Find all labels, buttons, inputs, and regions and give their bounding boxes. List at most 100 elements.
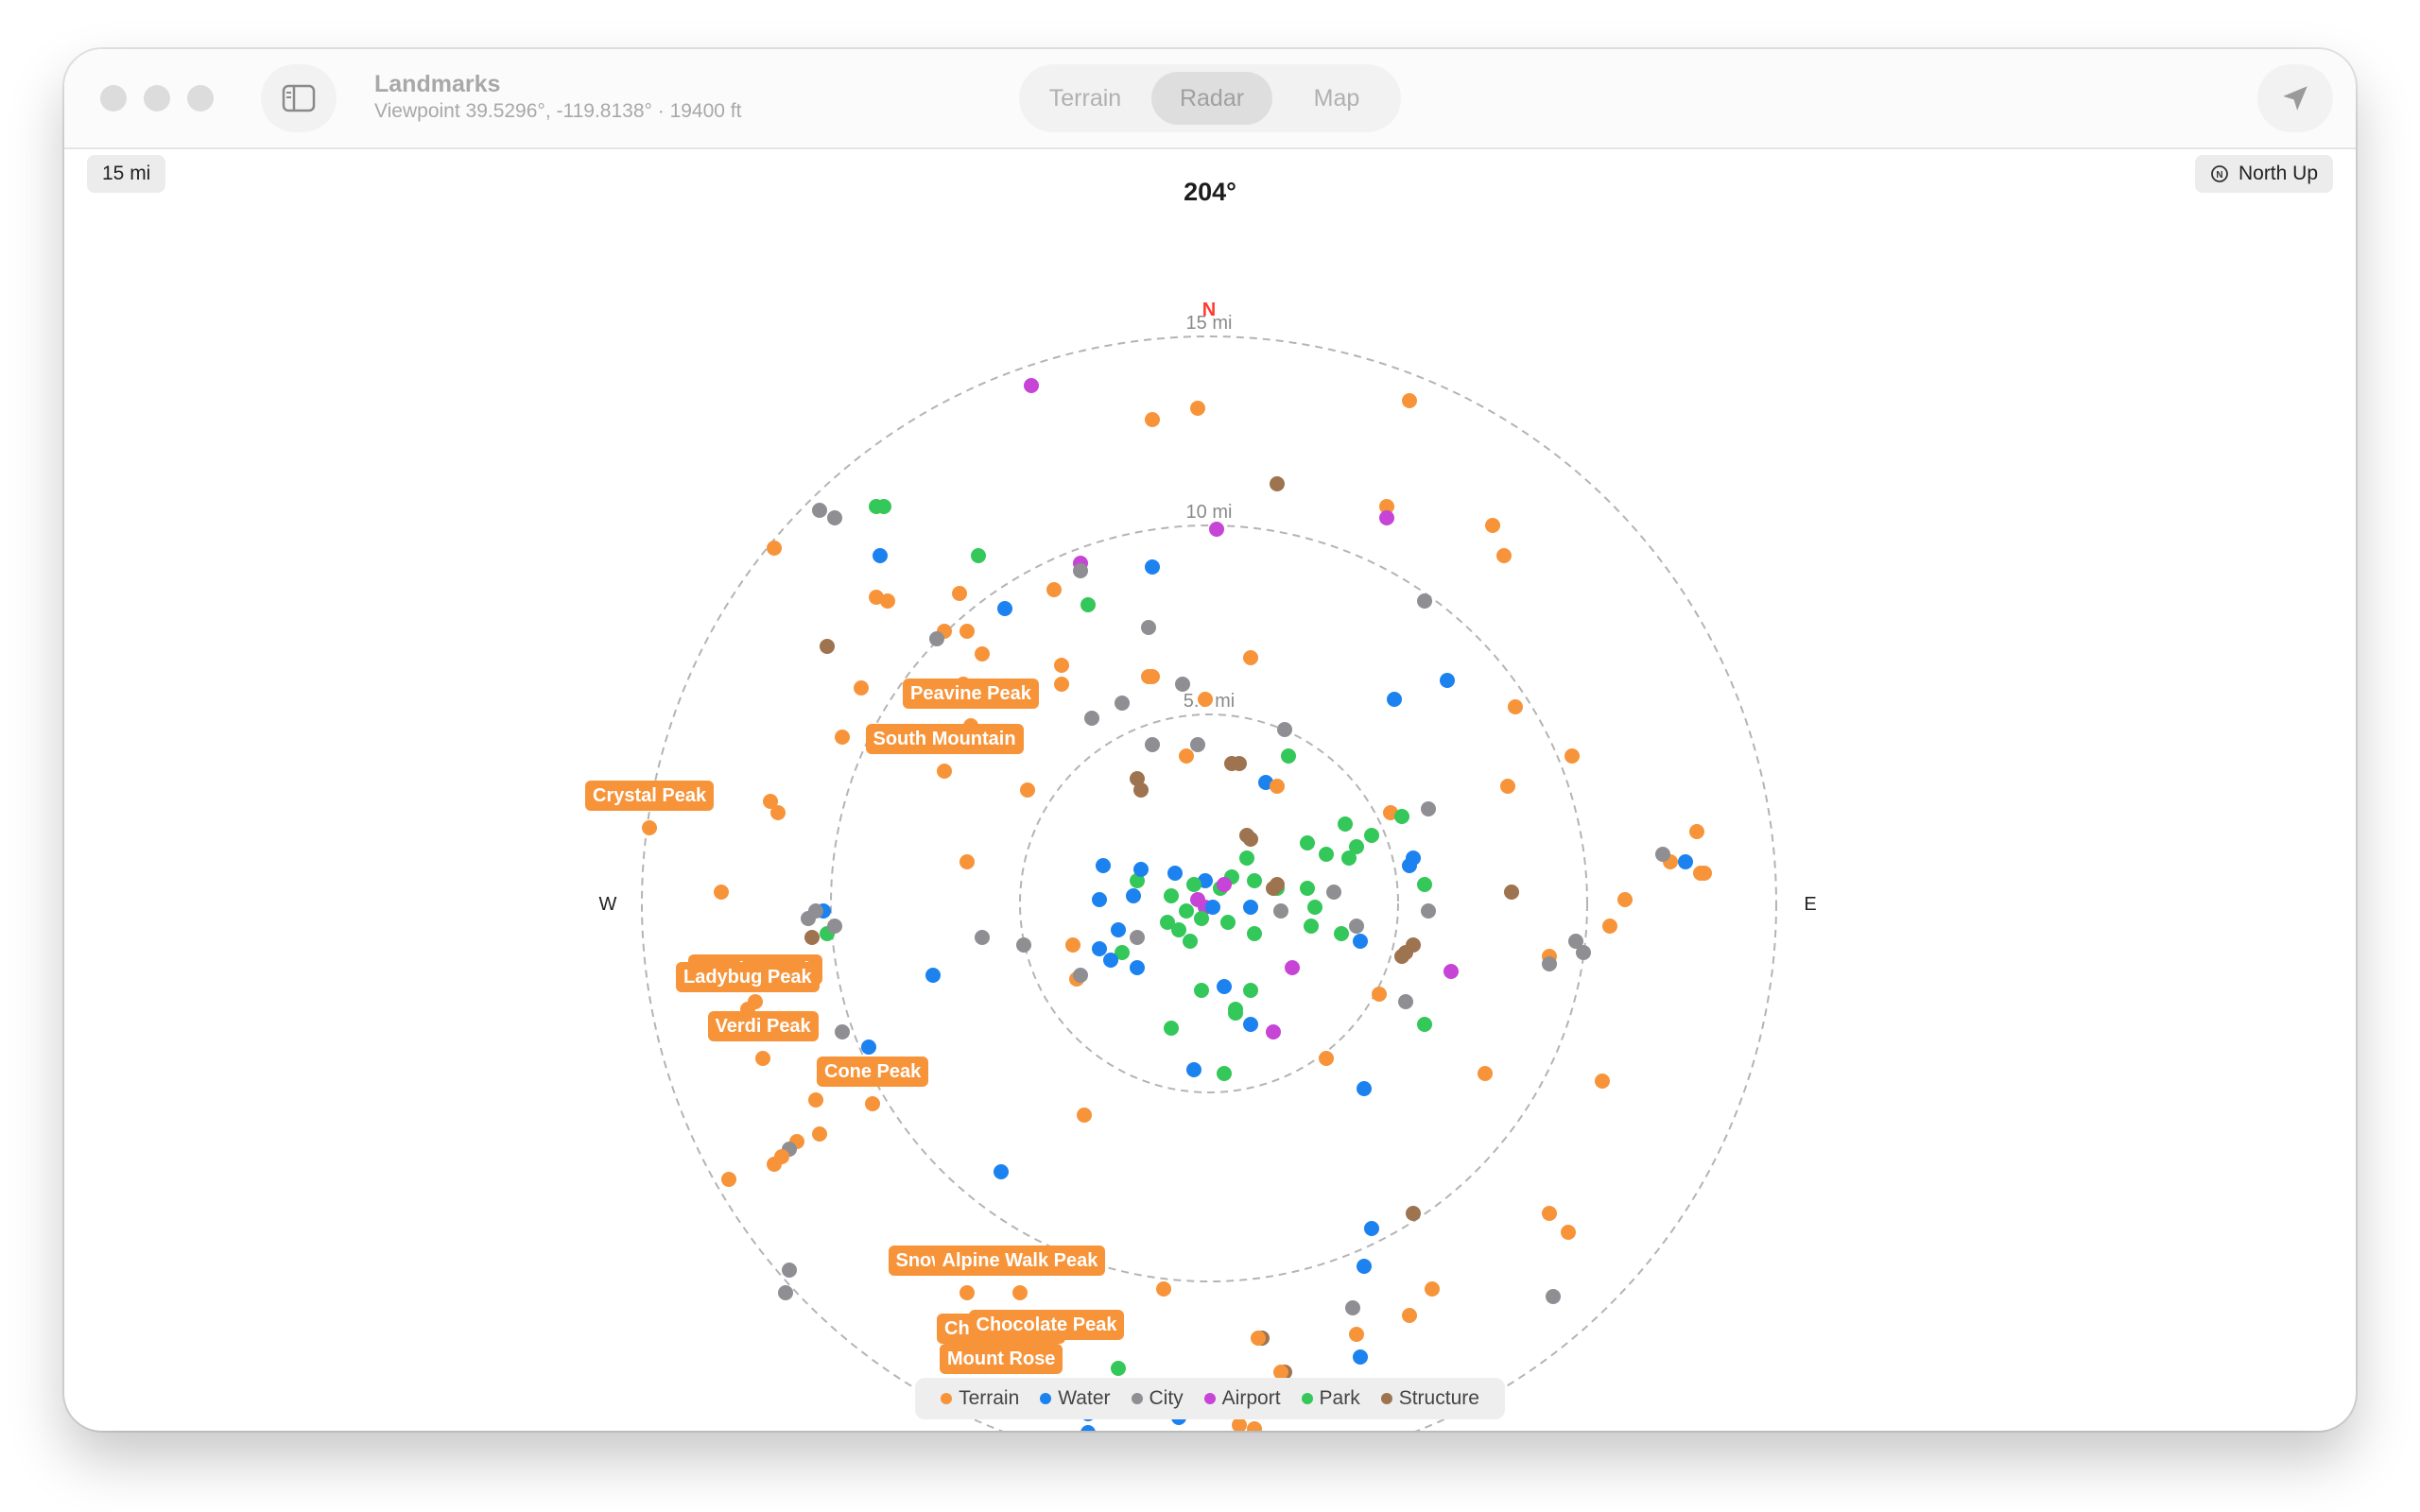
landmark-dot-terrain[interactable] <box>1020 782 1035 798</box>
landmark-dot-park[interactable] <box>1171 922 1186 937</box>
landmark-dot-terrain[interactable] <box>1349 1327 1364 1342</box>
landmark-dot-city[interactable] <box>1417 593 1432 609</box>
landmark-label[interactable]: South Mountain <box>865 724 1024 754</box>
landmark-dot-terrain[interactable] <box>1232 1418 1247 1431</box>
landmark-dot-structure[interactable] <box>1243 832 1258 847</box>
landmark-dot-city[interactable] <box>929 631 944 646</box>
landmark-dot-terrain[interactable] <box>714 885 729 900</box>
landmark-dot-water[interactable] <box>1217 979 1232 994</box>
landmark-dot-park[interactable] <box>1194 911 1209 926</box>
landmark-dot-structure[interactable] <box>1232 756 1247 771</box>
landmark-dot-water[interactable] <box>1243 900 1258 915</box>
landmark-dot-park[interactable] <box>1247 926 1262 941</box>
landmark-dot-terrain[interactable] <box>1425 1281 1440 1297</box>
landmark-dot-city[interactable] <box>1073 563 1088 578</box>
landmark-dot-park[interactable] <box>971 548 986 563</box>
landmark-dot-terrain[interactable] <box>1270 779 1285 794</box>
landmark-dot-city[interactable] <box>975 930 990 945</box>
landmark-dot-park[interactable] <box>1194 983 1209 998</box>
landmark-dot-terrain[interactable] <box>959 854 975 869</box>
close-window-button[interactable] <box>100 85 127 112</box>
landmark-dot-city[interactable] <box>1546 1289 1561 1304</box>
landmark-dot-terrain[interactable] <box>880 593 895 609</box>
landmark-dot-structure[interactable] <box>1406 1206 1421 1221</box>
landmark-dot-water[interactable] <box>1678 854 1693 869</box>
landmark-dot-city[interactable] <box>1421 903 1436 919</box>
landmark-dot-terrain[interactable] <box>1247 1421 1262 1431</box>
landmark-dot-city[interactable] <box>1016 937 1031 953</box>
landmark-dot-water[interactable] <box>1387 692 1402 707</box>
landmark-dot-city[interactable] <box>1421 801 1436 816</box>
landmark-dot-airport[interactable] <box>1209 522 1224 537</box>
landmark-dot-water[interactable] <box>1130 960 1145 975</box>
landmark-label[interactable]: Chocolate Peak <box>968 1310 1125 1340</box>
radar-view[interactable]: 5.0 mi10 mi15 mi N W E <box>64 147 2356 1431</box>
segment-terrain[interactable]: Terrain <box>1027 72 1144 125</box>
landmark-dot-structure[interactable] <box>1504 885 1519 900</box>
landmark-dot-park[interactable] <box>1364 828 1379 843</box>
landmark-dot-park[interactable] <box>1341 850 1357 866</box>
landmark-dot-park[interactable] <box>1217 1066 1232 1081</box>
landmark-dot-terrain[interactable] <box>959 1285 975 1300</box>
landmark-dot-terrain[interactable] <box>767 1157 782 1172</box>
landmark-dot-terrain[interactable] <box>1542 1206 1557 1221</box>
landmark-dot-city[interactable] <box>1326 885 1341 900</box>
landmark-label[interactable]: Cone Peak <box>817 1057 929 1087</box>
landmark-dot-city[interactable] <box>1130 930 1145 945</box>
landmark-dot-water[interactable] <box>1243 1017 1258 1032</box>
landmark-dot-terrain[interactable] <box>1319 1051 1334 1066</box>
landmark-dot-water[interactable] <box>1092 892 1107 907</box>
landmark-dot-park[interactable] <box>1304 919 1319 934</box>
landmark-dot-water[interactable] <box>1080 1425 1096 1431</box>
landmark-dot-city[interactable] <box>782 1263 797 1278</box>
landmark-dot-city[interactable] <box>1542 956 1557 971</box>
landmark-dot-city[interactable] <box>1349 919 1364 934</box>
landmark-dot-terrain[interactable] <box>959 624 975 639</box>
landmark-dot-terrain[interactable] <box>835 730 850 745</box>
landmark-dot-water[interactable] <box>1092 941 1107 956</box>
landmark-dot-terrain[interactable] <box>1602 919 1617 934</box>
landmark-dot-terrain[interactable] <box>1689 824 1704 839</box>
landmark-dot-water[interactable] <box>1353 1349 1368 1365</box>
landmark-dot-city[interactable] <box>1175 677 1190 692</box>
landmark-dot-city[interactable] <box>835 1024 850 1040</box>
landmark-dot-terrain[interactable] <box>808 1092 823 1108</box>
landmark-dot-park[interactable] <box>1186 877 1201 892</box>
landmark-label[interactable]: Ladybug Peak <box>676 962 820 992</box>
landmark-dot-park[interactable] <box>1247 873 1262 888</box>
landmark-dot-park[interactable] <box>1080 597 1096 612</box>
landmark-dot-structure[interactable] <box>1133 782 1149 798</box>
landmark-dot-park[interactable] <box>1334 926 1349 941</box>
landmark-dot-water[interactable] <box>925 968 941 983</box>
landmark-dot-water[interactable] <box>861 1040 876 1055</box>
segment-map[interactable]: Map <box>1280 72 1393 125</box>
landmark-dot-water[interactable] <box>1103 953 1118 968</box>
landmark-dot-airport[interactable] <box>1379 510 1394 525</box>
landmark-label[interactable]: Verdi Peak <box>707 1011 819 1041</box>
landmark-dot-city[interactable] <box>1141 620 1156 635</box>
landmark-dot-terrain[interactable] <box>1251 1331 1266 1346</box>
landmark-dot-city[interactable] <box>827 919 842 934</box>
landmark-dot-terrain[interactable] <box>1065 937 1080 953</box>
landmark-dot-terrain[interactable] <box>1046 582 1062 597</box>
landmark-dot-park[interactable] <box>1417 1017 1432 1032</box>
landmark-dot-city[interactable] <box>1277 722 1292 737</box>
landmark-dot-city[interactable] <box>1345 1300 1360 1315</box>
landmark-dot-terrain[interactable] <box>1402 1308 1417 1323</box>
landmark-dot-water[interactable] <box>1357 1081 1372 1096</box>
landmark-dot-water[interactable] <box>1205 900 1220 915</box>
landmark-dot-airport[interactable] <box>1217 877 1232 892</box>
landmark-dot-water[interactable] <box>1126 888 1141 903</box>
landmark-dot-city[interactable] <box>827 510 842 525</box>
landmark-dot-park[interactable] <box>1228 1005 1243 1021</box>
landmark-dot-city[interactable] <box>778 1285 793 1300</box>
landmark-dot-airport[interactable] <box>1024 378 1039 393</box>
landmark-dot-airport[interactable] <box>1285 960 1300 975</box>
landmark-dot-terrain[interactable] <box>1054 677 1069 692</box>
landmark-dot-terrain[interactable] <box>1077 1108 1092 1123</box>
landmark-dot-water[interactable] <box>1167 866 1183 881</box>
locate-button[interactable] <box>2257 64 2333 132</box>
landmark-dot-city[interactable] <box>1273 903 1288 919</box>
landmark-dot-park[interactable] <box>1164 1021 1179 1036</box>
landmark-dot-terrain[interactable] <box>770 805 786 820</box>
